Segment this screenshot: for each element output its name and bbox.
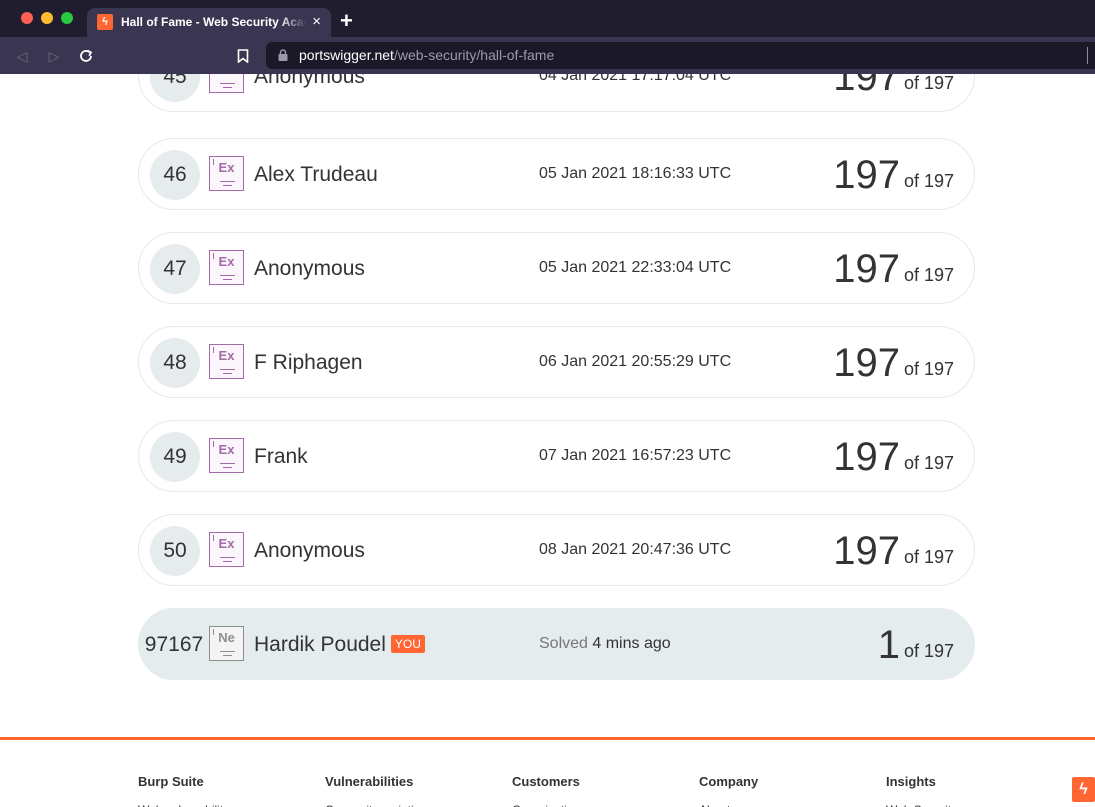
minimize-window-button[interactable]: [41, 12, 53, 24]
lock-icon: [278, 49, 288, 61]
portswigger-logo-icon[interactable]: ϟ: [1072, 777, 1095, 802]
browser-toolbar: ◁ ▷ portswigger.net/web-security/hall-of…: [0, 37, 1095, 74]
completion-date: 05 Jan 2021 18:16:33 UTC: [539, 165, 732, 182]
footer-column-heading[interactable]: Company: [699, 774, 758, 790]
footer-column-heading[interactable]: Vulnerabilities: [325, 774, 413, 790]
footer-link[interactable]: Organizations: [512, 803, 632, 807]
address-bar[interactable]: portswigger.net/web-security/hall-of-fam…: [266, 42, 1095, 69]
footer-link[interactable]: Cross-site scripting (XSS): [325, 803, 445, 807]
footer-column-heading[interactable]: Burp Suite: [138, 774, 204, 790]
score: 1 of 197: [878, 623, 954, 667]
footer-link[interactable]: Web Security Academy: [886, 803, 1006, 807]
score: 197 of 197: [833, 435, 954, 479]
leaderboard-row: 48 Ex F Riphagen 06 Jan 2021 20:55:29 UT…: [138, 326, 975, 398]
rank-number: 45: [150, 74, 200, 102]
your-rank-row: 97167 Ne Hardik Poudel YOU Solved 4 mins …: [138, 608, 975, 680]
user-name: F Riphagen: [254, 351, 363, 374]
you-badge: YOU: [390, 635, 425, 653]
score-total: of 197: [903, 641, 954, 661]
reload-icon[interactable]: [76, 46, 96, 66]
completion-date: 05 Jan 2021 22:33:04 UTC: [539, 259, 732, 276]
leaderboard-row: 49 Ex Frank 07 Jan 2021 16:57:23 UTC 197…: [138, 420, 975, 492]
close-window-button[interactable]: [21, 12, 33, 24]
completion-date: 08 Jan 2021 20:47:36 UTC: [539, 541, 732, 558]
score-value: 1: [877, 623, 900, 667]
leaderboard-row: 47 Ex Anonymous 05 Jan 2021 22:33:04 UTC…: [138, 232, 975, 304]
score-total: of 197: [903, 74, 954, 93]
leaderboard-row: 45 Ex Anonymous 04 Jan 2021 17:17:04 UTC…: [138, 74, 975, 112]
browser-tab-active[interactable]: ϟ Hall of Fame - Web Security Academy ×: [87, 8, 331, 37]
score-value: 197: [833, 529, 900, 573]
user-name: Hardik Poudel YOU: [254, 633, 425, 657]
footer-link[interactable]: Web vulnerability scanner: [138, 803, 258, 807]
score-value: 197: [833, 247, 900, 291]
score-total: of 197: [903, 171, 954, 191]
footer-column-heading[interactable]: Insights: [886, 774, 936, 790]
expert-badge-icon: Ex: [209, 438, 244, 473]
url-text: portswigger.net/web-security/hall-of-fam…: [299, 47, 554, 64]
score: 197 of 197: [833, 153, 954, 197]
score-total: of 197: [903, 265, 954, 285]
url-domain: portswigger.net: [299, 47, 394, 63]
expert-badge-icon: Ex: [209, 532, 244, 567]
score-value: 197: [833, 435, 900, 479]
user-name: Anonymous: [254, 539, 365, 562]
expert-badge-icon: Ex: [209, 250, 244, 285]
url-separator: [1087, 47, 1088, 64]
tab-close-icon[interactable]: ×: [312, 13, 321, 30]
expert-badge-icon: Ex: [209, 74, 244, 93]
completion-date: 04 Jan 2021 17:17:04 UTC: [539, 74, 732, 84]
score-value: 197: [833, 74, 900, 99]
back-arrow-icon[interactable]: ◁: [12, 46, 32, 66]
newcomer-badge-icon: Ne: [209, 626, 244, 661]
score: 197 of 197: [833, 247, 954, 291]
forward-arrow-icon[interactable]: ▷: [44, 46, 64, 66]
browser-titlebar: ϟ Hall of Fame - Web Security Academy × …: [0, 0, 1095, 37]
score-value: 197: [833, 341, 900, 385]
solved-time: Solved 4 mins ago: [539, 635, 671, 652]
leaderboard-row: 46 Ex Alex Trudeau 05 Jan 2021 18:16:33 …: [138, 138, 975, 210]
rank-number: 47: [150, 244, 200, 294]
completion-date: 07 Jan 2021 16:57:23 UTC: [539, 447, 732, 464]
portswigger-favicon-icon: ϟ: [97, 14, 113, 30]
user-name: Anonymous: [254, 257, 365, 280]
footer-divider: [0, 737, 1095, 740]
tab-title: Hall of Fame - Web Security Academy: [121, 15, 307, 29]
score-total: of 197: [903, 359, 954, 379]
rank-number: 49: [150, 432, 200, 482]
score-total: of 197: [903, 547, 954, 567]
new-tab-button[interactable]: +: [340, 10, 353, 32]
rank-number: 97167: [144, 633, 204, 656]
user-name: Alex Trudeau: [254, 163, 378, 186]
zoom-window-button[interactable]: [61, 12, 73, 24]
score: 197 of 197: [833, 341, 954, 385]
leaderboard-row: 50 Ex Anonymous 08 Jan 2021 20:47:36 UTC…: [138, 514, 975, 586]
url-path: /web-security/hall-of-fame: [393, 47, 555, 63]
expert-badge-icon: Ex: [209, 344, 244, 379]
bookmark-icon[interactable]: [233, 46, 253, 66]
score: 197 of 197: [833, 529, 954, 573]
user-name: Anonymous: [254, 74, 365, 88]
score-value: 197: [833, 153, 900, 197]
rank-number: 46: [150, 150, 200, 200]
user-name: Frank: [254, 445, 308, 468]
score: 197 of 197: [833, 74, 954, 99]
page-content: 45 Ex Anonymous 04 Jan 2021 17:17:04 UTC…: [0, 74, 1095, 807]
completion-date: 06 Jan 2021 20:55:29 UTC: [539, 353, 732, 370]
expert-badge-icon: Ex: [209, 156, 244, 191]
rank-number: 48: [150, 338, 200, 388]
rank-number: 50: [150, 526, 200, 576]
score-total: of 197: [903, 453, 954, 473]
footer-link[interactable]: About: [699, 803, 819, 807]
footer-column-heading[interactable]: Customers: [512, 774, 580, 790]
